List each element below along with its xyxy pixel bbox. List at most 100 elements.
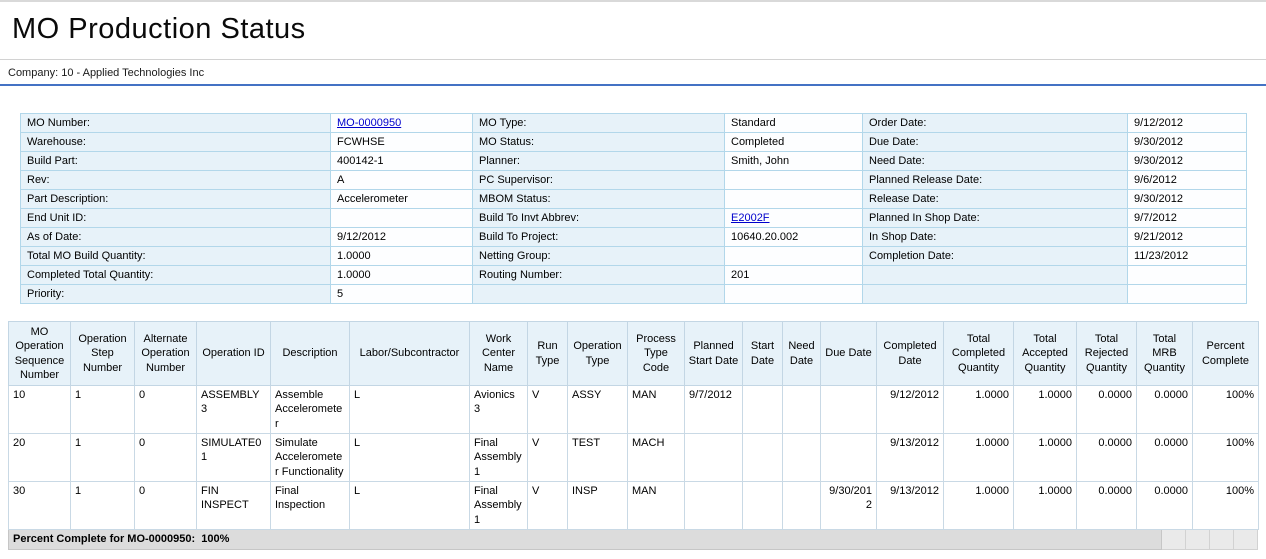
footer-filler-cell: [1162, 530, 1186, 550]
company-value: 10 - Applied Technologies Inc: [61, 67, 204, 79]
footer-filler-cell: [1210, 530, 1234, 550]
detail-value: Accelerometer: [331, 190, 473, 209]
detail-label: In Shop Date:: [863, 228, 1128, 247]
percent-complete-value: 100%: [201, 533, 229, 545]
detail-value: 9/30/2012: [1128, 190, 1247, 209]
mo-number-link[interactable]: MO-0000950: [337, 117, 401, 129]
ops-cell: MAN: [628, 386, 685, 434]
detail-label: Order Date:: [863, 114, 1128, 133]
detail-value: Completed: [725, 133, 863, 152]
ops-cell: TEST: [568, 434, 628, 482]
detail-row: Warehouse:FCWHSEMO Status:CompletedDue D…: [21, 133, 1247, 152]
ops-cell: L: [350, 481, 470, 529]
ops-header-cell: Labor/Subcontractor: [350, 322, 470, 386]
detail-row: Part Description:AccelerometerMBOM Statu…: [21, 190, 1247, 209]
ops-cell: 0.0000: [1077, 434, 1137, 482]
ops-header-cell: Percent Complete: [1193, 322, 1259, 386]
detail-row: MO Number: MO-0000950 MO Type:StandardOrde…: [21, 114, 1247, 133]
detail-label: Priority:: [21, 285, 331, 304]
company-bar: Company: 10 - Applied Technologies Inc: [0, 60, 1266, 86]
detail-label: Planned Release Date:: [863, 171, 1128, 190]
ops-cell: 1: [71, 481, 135, 529]
ops-header-cell: Operation Type: [568, 322, 628, 386]
ops-header-cell: Due Date: [821, 322, 877, 386]
ops-cell: [783, 481, 821, 529]
detail-label: Need Date:: [863, 152, 1128, 171]
ops-cell: 0.0000: [1077, 481, 1137, 529]
ops-cell: 0: [135, 434, 197, 482]
footer-filler-cell: [1186, 530, 1210, 550]
ops-cell: V: [528, 481, 568, 529]
ops-cell: 9/12/2012: [877, 386, 944, 434]
detail-value: [725, 171, 863, 190]
ops-cell: 1.0000: [1014, 481, 1077, 529]
ops-cell: 10: [9, 386, 71, 434]
ops-cell: 9/7/2012: [685, 386, 743, 434]
ops-cell: V: [528, 434, 568, 482]
ops-cell: Final Assembly 1: [470, 481, 528, 529]
ops-cell: L: [350, 434, 470, 482]
ops-cell: 100%: [1193, 386, 1259, 434]
detail-value: 9/6/2012: [1128, 171, 1247, 190]
ops-header-cell: Total Rejected Quantity: [1077, 322, 1137, 386]
ops-cell: ASSEMBLY 3: [197, 386, 271, 434]
ops-cell: 0.0000: [1137, 386, 1193, 434]
percent-complete-label: Percent Complete for MO-0000950:: [13, 533, 195, 545]
detail-label: MO Number:: [21, 114, 331, 133]
ops-cell: Final Inspection: [271, 481, 350, 529]
ops-cell: 9/13/2012: [877, 434, 944, 482]
detail-value: 9/30/2012: [1128, 152, 1247, 171]
ops-row: 2010SIMULATE01Simulate Accelerometer Fun…: [9, 434, 1259, 482]
build-to-invt-abbrev-link[interactable]: E2002F: [731, 212, 770, 224]
ops-cell: [685, 481, 743, 529]
detail-value: FCWHSE: [331, 133, 473, 152]
detail-label: MO Status:: [473, 133, 725, 152]
detail-value: 9/7/2012: [1128, 209, 1247, 228]
detail-label: Rev:: [21, 171, 331, 190]
detail-label: Part Description:: [21, 190, 331, 209]
footer-bar: Percent Complete for MO-0000950: 100%: [8, 530, 1258, 550]
detail-label: Completion Date:: [863, 247, 1128, 266]
ops-cell: 1.0000: [1014, 386, 1077, 434]
detail-value: [725, 285, 863, 304]
ops-cell: [821, 434, 877, 482]
detail-label: MO Type:: [473, 114, 725, 133]
detail-row: End Unit ID:Build To Invt Abbrev:E2002FP…: [21, 209, 1247, 228]
ops-cell: V: [528, 386, 568, 434]
ops-header-cell: Process Type Code: [628, 322, 685, 386]
ops-header-cell: Description: [271, 322, 350, 386]
ops-header-cell: Work Center Name: [470, 322, 528, 386]
operations-header-row: MO Operation Sequence NumberOperation St…: [9, 322, 1259, 386]
ops-cell: 20: [9, 434, 71, 482]
detail-label: Planned In Shop Date:: [863, 209, 1128, 228]
ops-cell: 1.0000: [1014, 434, 1077, 482]
detail-value: [331, 209, 473, 228]
ops-cell: MACH: [628, 434, 685, 482]
detail-value: 5: [331, 285, 473, 304]
detail-value: 10640.20.002: [725, 228, 863, 247]
detail-row: Completed Total Quantity:1.0000Routing N…: [21, 266, 1247, 285]
ops-cell: ASSY: [568, 386, 628, 434]
detail-value: Smith, John: [725, 152, 863, 171]
detail-row: As of Date:9/12/2012Build To Project:106…: [21, 228, 1247, 247]
detail-value: A: [331, 171, 473, 190]
operations-table: MO Operation Sequence NumberOperation St…: [8, 321, 1259, 530]
detail-label: Netting Group:: [473, 247, 725, 266]
detail-value: 11/23/2012: [1128, 247, 1247, 266]
detail-label: Completed Total Quantity:: [21, 266, 331, 285]
ops-cell: Avionics 3: [470, 386, 528, 434]
ops-row: 3010FIN INSPECTFinal InspectionLFinal As…: [9, 481, 1259, 529]
detail-value: 9/30/2012: [1128, 133, 1247, 152]
detail-label: Build Part:: [21, 152, 331, 171]
ops-cell: 0: [135, 386, 197, 434]
ops-row: 1010ASSEMBLY 3Assemble AccelerometerLAvi…: [9, 386, 1259, 434]
ops-cell: 0: [135, 481, 197, 529]
detail-label: [863, 285, 1128, 304]
detail-label: MBOM Status:: [473, 190, 725, 209]
detail-value: [1128, 266, 1247, 285]
ops-header-cell: Total MRB Quantity: [1137, 322, 1193, 386]
company-label: Company:: [8, 67, 58, 79]
ops-cell: Simulate Accelerometer Functionality: [271, 434, 350, 482]
detail-value: Standard: [725, 114, 863, 133]
ops-cell: [743, 481, 783, 529]
